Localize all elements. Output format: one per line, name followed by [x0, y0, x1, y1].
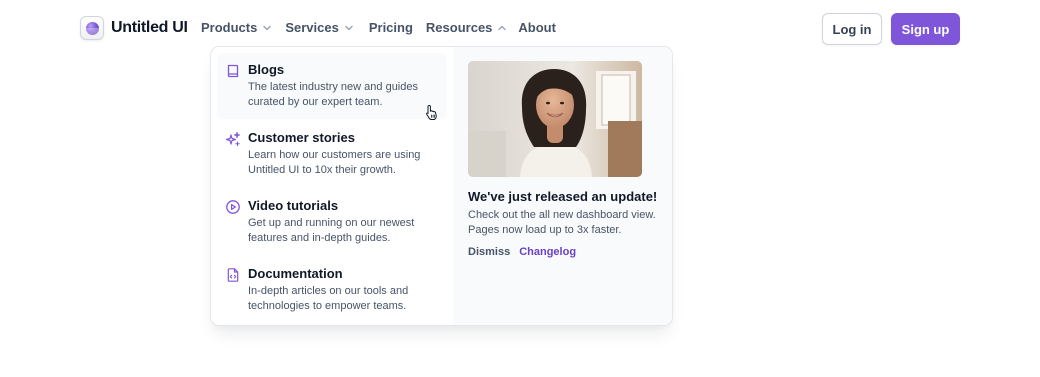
- menu-item-documentation[interactable]: Documentation In-depth articles on our t…: [217, 257, 447, 323]
- menu-item-title: Video tutorials: [248, 198, 339, 213]
- brand-name: Untitled UI: [111, 19, 188, 36]
- brand-logo[interactable]: Untitled UI: [80, 16, 188, 40]
- book-icon: [227, 64, 239, 78]
- menu-item-description: In-depth articles on our tools and techn…: [248, 285, 409, 312]
- nav-item-resources[interactable]: Resources: [426, 20, 507, 35]
- code-file-icon: [227, 268, 239, 282]
- menu-item-description: The latest industry new and guides curat…: [248, 81, 418, 108]
- promo-title: We've just released an update!: [468, 189, 658, 204]
- menu-item-description: Learn how our customers are using Untitl…: [248, 149, 421, 176]
- nav-item-label: Resources: [425, 20, 493, 35]
- hand-pointer-cursor-icon: [426, 105, 437, 120]
- play-circle-icon: [226, 200, 240, 214]
- dismiss-link[interactable]: Dismiss: [468, 246, 510, 258]
- promo-actions: Dismiss Changelog: [468, 246, 576, 258]
- menu-item-blogs[interactable]: Blogs The latest industry new and guides…: [217, 53, 447, 119]
- nav-item-label: Pricing: [368, 20, 413, 35]
- nav-item-products[interactable]: Products: [201, 20, 272, 35]
- changelog-link[interactable]: Changelog: [519, 246, 576, 258]
- promo-panel: We've just released an update! Check out…: [453, 47, 672, 325]
- menu-item-title: Blogs: [248, 62, 285, 77]
- nav-item-label: Products: [201, 20, 258, 35]
- menu-item-title: Customer stories: [248, 130, 355, 145]
- menu-item-title: Documentation: [248, 266, 343, 281]
- chevron-up-icon: [498, 25, 507, 30]
- menu-item-customer-stories[interactable]: Customer stories Learn how our customers…: [217, 121, 447, 187]
- sparkles-icon: [225, 131, 241, 147]
- nav-item-label: About: [518, 20, 556, 35]
- promo-photo: [468, 61, 642, 177]
- signup-button[interactable]: Sign up: [891, 13, 960, 45]
- nav-item-services[interactable]: Services: [285, 20, 354, 35]
- resources-menu-list: Blogs The latest industry new and guides…: [211, 47, 453, 325]
- login-button[interactable]: Log in: [822, 13, 882, 45]
- nav-item-about[interactable]: About: [518, 20, 556, 35]
- main-nav: Products Services Pricing Resources Abou…: [201, 20, 556, 35]
- logo-mark-icon: [80, 16, 104, 40]
- resources-dropdown-menu: Blogs The latest industry new and guides…: [210, 46, 673, 326]
- chevron-down-icon: [263, 25, 272, 30]
- promo-description: Check out the all new dashboard view. Pa…: [468, 209, 656, 236]
- menu-item-description: Get up and running on our newest feature…: [248, 217, 415, 244]
- nav-item-label: Services: [285, 20, 339, 35]
- chevron-down-icon: [345, 25, 353, 30]
- nav-item-pricing[interactable]: Pricing: [369, 20, 413, 35]
- smiling-woman-photo: [468, 61, 642, 177]
- menu-item-video-tutorials[interactable]: Video tutorials Get up and running on ou…: [217, 189, 447, 255]
